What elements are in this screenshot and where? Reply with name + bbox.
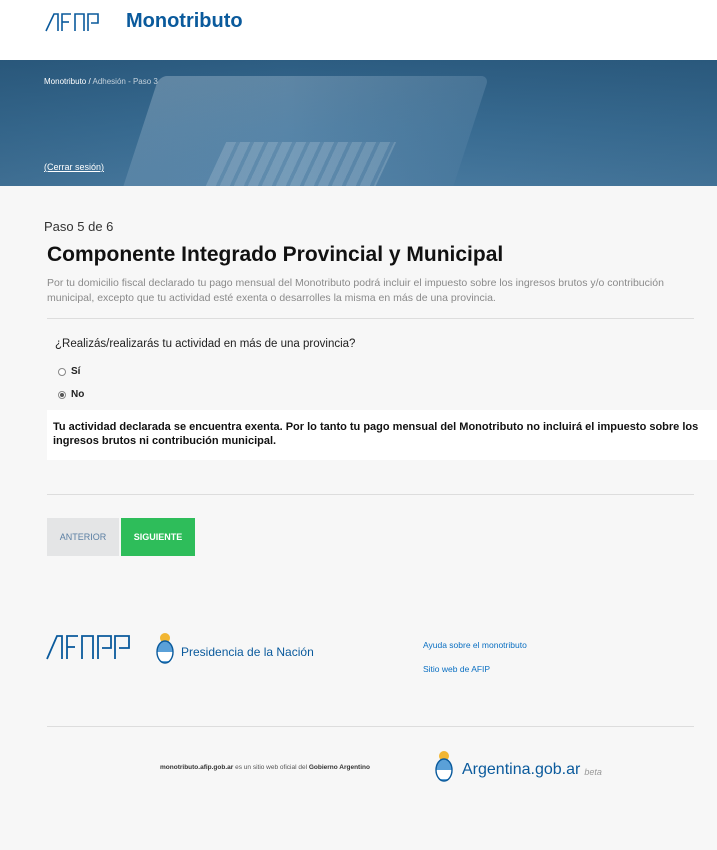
brand[interactable]: Monotributo — [44, 10, 243, 33]
breadcrumb-current: Adhesión - Paso 3 — [92, 77, 158, 86]
question-label: ¿Realizás/realizarás tu actividad en más… — [55, 338, 356, 350]
brand-name: Monotributo — [126, 10, 243, 32]
beta-badge: beta — [584, 766, 602, 777]
presidencia-logo[interactable]: Presidencia de la Nación — [155, 632, 314, 671]
radio-option-no[interactable]: No — [58, 389, 84, 400]
legal-middle: es un sitio web oficial del — [235, 764, 308, 771]
radio-label: Sí — [71, 366, 81, 377]
divider — [47, 494, 694, 495]
legal-domain: monotributo.afip.gob.ar — [160, 764, 234, 771]
radio-label: No — [71, 389, 85, 400]
next-button[interactable]: SIGUIENTE — [121, 518, 195, 556]
argentina-gob-label: Argentina.gob.ar — [462, 760, 581, 778]
page-description: Por tu domicilio fiscal declarado tu pag… — [47, 277, 664, 304]
afip-footer-logo[interactable] — [45, 632, 137, 667]
national-coat-of-arms-icon — [434, 750, 454, 789]
argentina-gob-logo[interactable]: Argentina.gob.ar beta — [434, 750, 602, 789]
breadcrumb-root[interactable]: Monotributo — [44, 77, 86, 86]
top-bar: Monotributo — [0, 0, 717, 60]
divider — [47, 318, 694, 319]
afip-site-link[interactable]: Sitio web de AFIP — [423, 664, 490, 674]
previous-button[interactable]: ANTERIOR — [47, 518, 119, 556]
national-coat-of-arms-icon — [155, 632, 175, 671]
legal-owner: Gobierno Argentino — [308, 764, 370, 771]
breadcrumb-separator: / — [88, 77, 91, 86]
step-indicator: Paso 5 de 6 — [44, 219, 114, 234]
breadcrumb: Monotributo / Adhesión - Paso 3 — [44, 77, 158, 86]
legal-note: monotributo.afip.gob.ar es un sitio web … — [160, 764, 370, 771]
footer-divider — [47, 726, 694, 727]
help-link[interactable]: Ayuda sobre el monotributo — [423, 640, 527, 650]
radio-button-checked[interactable] — [58, 390, 66, 399]
logout-link[interactable]: (Cerrar sesión) — [44, 162, 104, 172]
radio-button[interactable] — [58, 367, 66, 376]
exempt-notice: Tu actividad declarada se encuentra exen… — [47, 410, 717, 460]
afip-logo — [44, 11, 120, 33]
page-title: Componente Integrado Provincial y Munici… — [47, 243, 504, 266]
presidencia-label: Presidencia de la Nación — [181, 644, 314, 659]
radio-option-si[interactable]: Sí — [58, 366, 80, 377]
